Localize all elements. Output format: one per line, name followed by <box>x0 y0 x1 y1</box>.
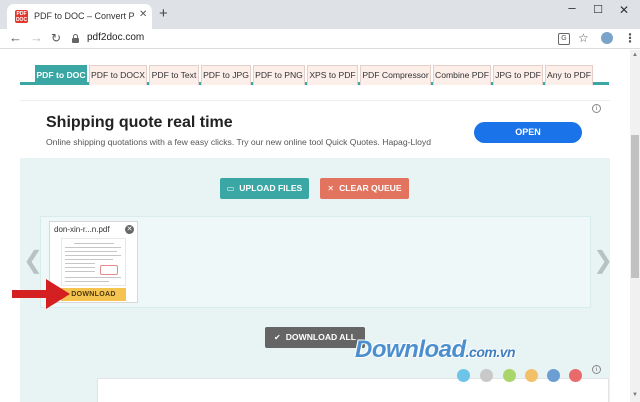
file-name: don-xin-r...n.pdf <box>54 225 110 234</box>
download-all-label: DOWNLOAD ALL <box>285 332 357 342</box>
tool-tab-pdf-compressor[interactable]: PDF Compressor <box>360 65 431 85</box>
watermark-dot <box>569 369 582 382</box>
tab-strip: PDF DOC PDF to DOC – Convert PDF to Wo ✕… <box>0 0 640 29</box>
new-tab-button[interactable]: + <box>159 6 168 21</box>
tool-tab-pdf-to-jpg[interactable]: PDF to JPG <box>201 65 251 85</box>
ad-subtitle: Online shipping quotations with a few ea… <box>46 137 432 147</box>
watermark-dot <box>503 369 516 382</box>
upload-files-button[interactable]: ▭ UPLOAD FILES <box>220 178 309 199</box>
tab-title: PDF to DOC – Convert PDF to Wo <box>34 11 134 21</box>
ad-info-icon[interactable]: i <box>592 104 601 113</box>
page-content: PDF to DOC PDF to DOCX PDF to Text PDF t… <box>0 50 630 402</box>
queue-next-icon[interactable]: ❯ <box>593 246 613 275</box>
scroll-down-icon[interactable]: ▼ <box>632 392 638 398</box>
watermark-text: Download <box>355 336 466 363</box>
profile-avatar[interactable] <box>601 32 613 44</box>
upload-icon: ▭ <box>226 184 235 193</box>
watermark-dot <box>525 369 538 382</box>
address-bar[interactable]: pdf2doc.com <box>87 32 144 43</box>
forward-arrow-icon[interactable]: → <box>30 30 43 46</box>
watermark-suffix: .com.vn <box>465 344 516 360</box>
scroll-thumb[interactable] <box>631 135 639 278</box>
ad-info-icon-bottom[interactable]: i <box>592 365 601 374</box>
back-arrow-icon[interactable]: ← <box>9 30 22 46</box>
vertical-scrollbar[interactable]: ▲ ▼ <box>630 50 640 402</box>
ad-banner[interactable]: Shipping quote real time Online shipping… <box>20 100 610 157</box>
watermark-dot <box>480 369 493 382</box>
check-icon: ✔ <box>273 333 281 342</box>
queue-prev-icon[interactable]: ❮ <box>23 246 43 275</box>
tool-tab-combine-pdf[interactable]: Combine PDF <box>433 65 491 85</box>
tool-tab-pdf-to-png[interactable]: PDF to PNG <box>253 65 305 85</box>
annotation-red-arrow-icon <box>12 279 70 309</box>
file-download-button[interactable]: DOWNLOAD <box>61 288 126 301</box>
scroll-up-icon[interactable]: ▲ <box>632 52 638 58</box>
watermark: Download.com.vn <box>355 336 516 364</box>
ad-title[interactable]: Shipping quote real time <box>46 114 233 132</box>
tool-tab-pdf-to-docx[interactable]: PDF to DOCX <box>89 65 147 85</box>
ad-open-button[interactable]: OPEN <box>474 122 582 143</box>
tool-tab-jpg-to-pdf[interactable]: JPG to PDF <box>493 65 543 85</box>
clear-queue-label: CLEAR QUEUE <box>339 183 402 193</box>
tool-tab-pdf-to-text[interactable]: PDF to Text <box>149 65 199 85</box>
lock-icon[interactable] <box>72 34 79 43</box>
download-all-button[interactable]: ✔ DOWNLOAD ALL <box>265 327 365 348</box>
clear-icon: ✕ <box>327 184 335 193</box>
remove-file-icon[interactable]: ✕ <box>125 225 134 234</box>
converter-area: ▭ UPLOAD FILES ✕ CLEAR QUEUE don-xin-r...n… <box>20 158 613 402</box>
browser-toolbar: ← → ↻ pdf2doc.com G ☆ ⋮ <box>0 29 640 49</box>
tools-nav: PDF to DOC PDF to DOCX PDF to Text PDF t… <box>20 65 609 85</box>
clear-queue-button[interactable]: ✕ CLEAR QUEUE <box>320 178 409 199</box>
pdf2doc-favicon-icon: PDF DOC <box>15 10 28 23</box>
maximize-button[interactable]: ☐ <box>588 3 608 21</box>
reload-icon[interactable]: ↻ <box>51 30 61 46</box>
bookmark-star-icon[interactable]: ☆ <box>578 31 589 45</box>
tool-tab-xps-to-pdf[interactable]: XPS to PDF <box>307 65 358 85</box>
file-thumbnail <box>61 238 126 286</box>
tool-tab-any-to-pdf[interactable]: Any to PDF <box>545 65 593 85</box>
upload-files-label: UPLOAD FILES <box>239 183 303 193</box>
watermark-dot <box>457 369 470 382</box>
browser-tab[interactable]: PDF DOC PDF to DOC – Convert PDF to Wo ✕ <box>7 4 152 29</box>
tool-tab-pdf-to-doc[interactable]: PDF to DOC <box>35 65 87 85</box>
file-queue: don-xin-r...n.pdf ✕ DOWNLOAD <box>40 216 591 308</box>
close-window-button[interactable]: ✕ <box>614 3 634 21</box>
menu-kebab-icon[interactable]: ⋮ <box>624 31 636 45</box>
minimize-button[interactable]: – <box>562 0 582 18</box>
translate-icon[interactable]: G <box>558 33 570 45</box>
watermark-dot <box>547 369 560 382</box>
tab-close-icon[interactable]: ✕ <box>139 9 147 20</box>
